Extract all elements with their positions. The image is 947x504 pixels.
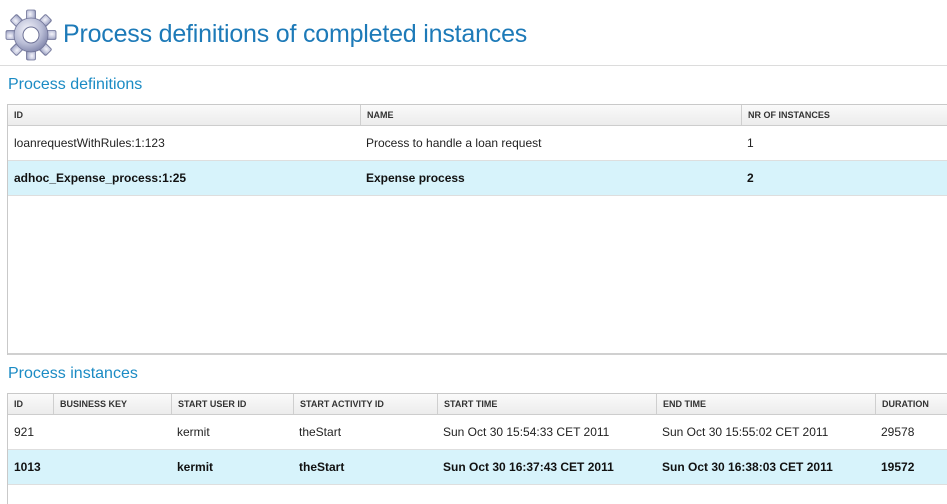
instance-end-time-cell: Sun Oct 30 16:38:03 CET 2011: [662, 460, 833, 474]
definitions-table-bottom-border: [8, 353, 947, 355]
column-header-id[interactable]: ID: [8, 394, 53, 414]
definition-name-cell: Expense process: [366, 171, 465, 185]
page-title: Process definitions of completed instanc…: [63, 20, 528, 48]
instance-start-time-cell: Sun Oct 30 16:37:43 CET 2011: [443, 460, 614, 474]
column-header-start-time[interactable]: START TIME: [437, 394, 656, 414]
instance-duration-cell: 29578: [881, 425, 915, 439]
column-header-start-activity-id[interactable]: START ACTIVITY ID: [293, 394, 437, 414]
definition-id-cell: adhoc_Expense_process:1:25: [14, 171, 187, 185]
definition-count-cell: 1: [747, 136, 754, 150]
instance-start-time-cell: Sun Oct 30 15:54:33 CET 2011: [443, 425, 610, 439]
definition-name-cell: Process to handle a loan request: [366, 136, 542, 150]
definition-id-cell: loanrequestWithRules:1:123: [14, 136, 165, 150]
instance-user-cell: kermit: [177, 425, 210, 439]
instance-business-key-cell: [53, 450, 59, 484]
column-header-end-time[interactable]: END TIME: [656, 394, 875, 414]
column-header-nr-of-instances[interactable]: NR OF INSTANCES: [741, 105, 947, 125]
instance-id-cell: 921: [14, 425, 35, 439]
instance-end-time-cell: Sun Oct 30 15:55:02 CET 2011: [662, 425, 829, 439]
definition-row-selected[interactable]: adhoc_Expense_process:1:25 Expense proce…: [8, 161, 947, 196]
instance-activity-cell: theStart: [299, 425, 342, 439]
definitions-table-header: ID NAME NR OF INSTANCES: [8, 105, 947, 126]
definition-count-cell: 2: [747, 171, 754, 185]
header-divider: [0, 65, 947, 66]
instances-table-header: ID BUSINESS KEY START USER ID START ACTI…: [8, 394, 947, 415]
instance-business-key-cell: [53, 415, 59, 449]
instance-id-cell: 1013: [14, 460, 41, 474]
column-header-start-user-id[interactable]: START USER ID: [171, 394, 293, 414]
instance-user-cell: kermit: [177, 460, 214, 474]
definitions-table: ID NAME NR OF INSTANCES loanrequestWithR…: [7, 104, 947, 355]
gear-icon: [5, 9, 57, 61]
instances-section-title: Process instances: [8, 365, 138, 382]
column-header-name[interactable]: NAME: [360, 105, 741, 125]
instance-row[interactable]: 921 kermit theStart Sun Oct 30 15:54:33 …: [8, 415, 947, 450]
instance-activity-cell: theStart: [299, 460, 345, 474]
instance-row-selected[interactable]: 1013 kermit theStart Sun Oct 30 16:37:43…: [8, 450, 947, 485]
page-header: Process definitions of completed instanc…: [0, 0, 947, 66]
instance-duration-cell: 19572: [881, 460, 915, 474]
column-header-business-key[interactable]: BUSINESS KEY: [53, 394, 171, 414]
definition-row[interactable]: loanrequestWithRules:1:123 Process to ha…: [8, 126, 947, 161]
instances-table: ID BUSINESS KEY START USER ID START ACTI…: [7, 393, 947, 504]
column-header-duration[interactable]: DURATION: [875, 394, 947, 414]
column-header-id[interactable]: ID: [8, 105, 360, 125]
definitions-section-title: Process definitions: [8, 76, 143, 93]
